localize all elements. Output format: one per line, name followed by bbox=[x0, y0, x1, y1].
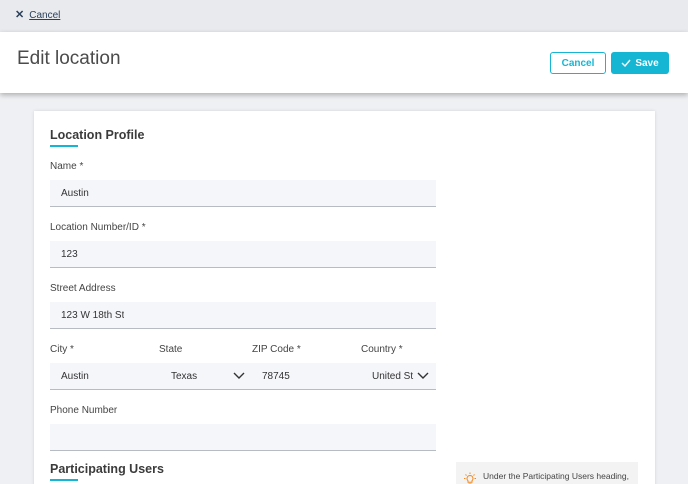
close-icon: ✕ bbox=[15, 9, 25, 21]
chevron-down-icon[interactable] bbox=[233, 372, 245, 380]
city-value[interactable]: Austin bbox=[61, 371, 89, 382]
location-number-value: 123 bbox=[61, 248, 78, 260]
checkmark-icon bbox=[621, 59, 631, 67]
phone-field[interactable] bbox=[50, 424, 436, 451]
name-label: Name * bbox=[50, 161, 84, 172]
top-cancel-label: Cancel bbox=[29, 10, 61, 21]
save-button-label: Save bbox=[635, 57, 659, 69]
section-title-location-profile: Location Profile bbox=[50, 128, 145, 142]
street-address-label: Street Address bbox=[50, 283, 116, 294]
tip-text: Under the Participating Users heading, bbox=[483, 471, 629, 481]
zip-label: ZIP Code * bbox=[252, 344, 301, 355]
city-label: City * bbox=[50, 344, 74, 355]
zip-value[interactable]: 78745 bbox=[262, 371, 290, 382]
save-button[interactable]: Save bbox=[611, 52, 669, 74]
street-address-field[interactable]: 123 W 18th St bbox=[50, 302, 436, 329]
cancel-button[interactable]: Cancel bbox=[550, 52, 606, 74]
address-row: Austin Texas 78745 United St bbox=[50, 363, 436, 390]
cancel-button-label: Cancel bbox=[561, 57, 595, 69]
country-value[interactable]: United St bbox=[372, 371, 414, 382]
page-header: Edit location Cancel Save bbox=[0, 32, 688, 93]
lightbulb-icon bbox=[464, 472, 476, 484]
location-number-field[interactable]: 123 bbox=[50, 241, 436, 268]
location-number-label: Location Number/ID * bbox=[50, 222, 146, 233]
top-cancel-link[interactable]: ✕ Cancel bbox=[15, 9, 61, 22]
state-value[interactable]: Texas bbox=[171, 371, 197, 382]
country-label: Country * bbox=[361, 344, 403, 355]
page-title: Edit location bbox=[17, 48, 121, 69]
section-underline bbox=[50, 479, 78, 481]
name-value: Austin bbox=[61, 187, 89, 199]
phone-label: Phone Number bbox=[50, 405, 118, 416]
street-address-value: 123 W 18th St bbox=[61, 309, 125, 321]
section-title-participating-users: Participating Users bbox=[50, 462, 164, 476]
top-bar: ✕ Cancel bbox=[0, 0, 688, 32]
tip-box: Under the Participating Users heading, bbox=[456, 462, 638, 484]
location-profile-card: Location Profile Name * Austin Location … bbox=[34, 111, 655, 484]
name-field[interactable]: Austin bbox=[50, 180, 436, 207]
state-label: State bbox=[159, 344, 183, 355]
section-underline bbox=[50, 145, 78, 147]
chevron-down-icon[interactable] bbox=[417, 372, 429, 380]
